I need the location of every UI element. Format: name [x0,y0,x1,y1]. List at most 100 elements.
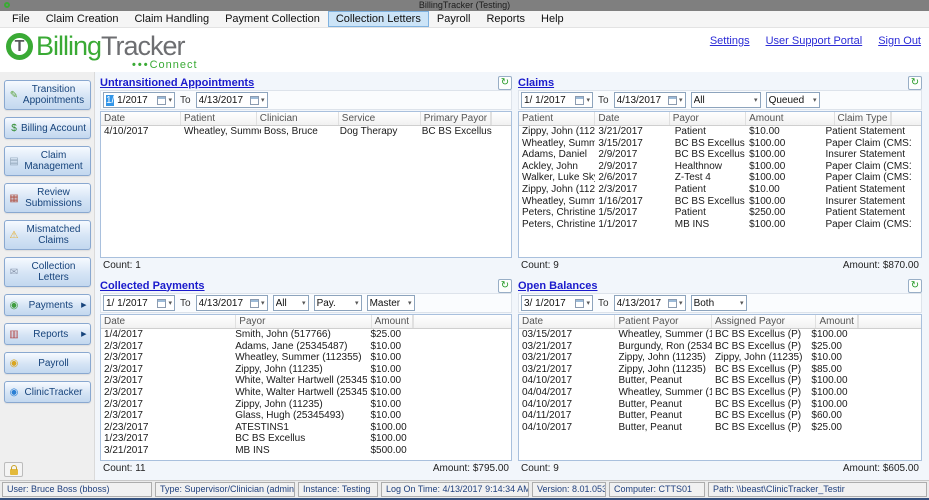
column-header[interactable]: Service [339,112,421,125]
table-row[interactable]: 2/3/2017Zippy, John (11235)$10.00 [101,364,511,376]
sidebar-button[interactable]: ▦ Review Submissions [4,183,91,213]
column-header[interactable]: Date [101,112,181,125]
header-link[interactable]: User Support Portal [766,35,863,47]
filter-dropdown[interactable]: All ▾ [273,295,309,311]
table-row[interactable]: 3/21/2017MB INS$500.00 [101,445,511,457]
date-to-input[interactable]: 4/13/2017 ▾ [614,295,686,311]
filter-dropdown[interactable]: All ▾ [691,92,761,108]
date-from-input[interactable]: 1/ 1/2017 ▾ [103,92,175,108]
column-header[interactable]: Primary Payor [421,112,491,125]
filter-dropdown[interactable]: Master ▾ [367,295,415,311]
refresh-icon[interactable]: ↻ [908,279,922,293]
column-header[interactable]: Amount [816,315,857,328]
table-row[interactable]: 2/3/2017Glass, Hugh (25345493)$10.00 [101,410,511,422]
column-header[interactable]: Date [101,315,236,328]
logo-text: BillingTracker [36,31,185,61]
calendar-icon [575,299,584,308]
date-from-input[interactable]: 1/ 1/2017 ▾ [103,295,175,311]
column-header[interactable]: Patient [181,112,257,125]
table-row[interactable]: 03/21/2017Zippy, John (11235)Zippy, John… [519,352,921,364]
date-from-input[interactable]: 1/ 1/2017 ▾ [521,92,593,108]
menu-item[interactable]: Payroll [429,11,479,27]
menu-item[interactable]: Claim Creation [38,11,127,27]
table-row[interactable]: 2/3/2017White, Walter Hartwell (25345479… [101,387,511,399]
column-header[interactable]: Patient Payor [615,315,711,328]
calendar-icon [250,96,259,105]
chevron-down-icon: ▾ [813,96,817,104]
sidebar-button[interactable]: ◉ ClinicTracker [4,381,91,403]
table-row[interactable]: Adams, Daniel2/9/2017BC BS Excellus$100.… [519,149,921,161]
table-row[interactable]: 03/21/2017Burgundy, Ron (253454908)BC BS… [519,341,921,353]
table-row[interactable]: 04/10/2017Butter, PeanutBC BS Excellus (… [519,399,921,411]
lock-button[interactable] [4,462,23,477]
claims-title-link[interactable]: Claims [518,77,554,89]
menu-item[interactable]: Payment Collection [217,11,328,27]
table-row[interactable]: 03/21/2017Zippy, John (11235)BC BS Excel… [519,364,921,376]
menu-item[interactable]: Help [533,11,572,27]
filter-dropdown[interactable]: Pay. ▾ [314,295,362,311]
sidebar-button[interactable]: ▤ Claim Management [4,146,91,176]
header-link[interactable]: Sign Out [878,35,921,47]
chevron-down-icon: ▾ [754,96,758,104]
table-row[interactable]: 04/10/2017Butter, PeanutBC BS Excellus (… [519,375,921,387]
table-row[interactable]: Zippy, John (11235)3/21/2017Patient$10.0… [519,126,921,138]
balances-title-link[interactable]: Open Balances [518,280,597,292]
sidebar-button[interactable]: $ Billing Account [4,117,91,139]
payments-title-link[interactable]: Collected Payments [100,280,205,292]
table-row[interactable]: 2/3/2017Wheatley, Summer (112355)$10.00 [101,352,511,364]
amount-label: Amount: $795.00 [433,463,509,476]
sidebar-button[interactable]: ⚠ Mismatched Claims [4,220,91,250]
column-header[interactable]: Amount [372,315,413,328]
sidebar-button[interactable]: ▥ Reports ▶ [4,323,91,345]
filter-dropdown[interactable]: Queued ▾ [766,92,820,108]
chevron-down-icon: ▾ [302,299,306,307]
table-row[interactable]: Ackley, John2/9/2017Healthnow$100.00Pape… [519,161,921,173]
menu-item[interactable]: Claim Handling [126,11,217,27]
column-header[interactable]: Payor [670,112,746,125]
table-row[interactable]: 4/10/2017Wheatley, Summer (112...Boss, B… [101,126,511,138]
table-row[interactable]: Wheatley, Summer (112...3/15/2017BC BS E… [519,138,921,150]
status-bar: User: Bruce Boss (bboss)Type: Supervisor… [0,480,929,498]
column-header[interactable]: Clinician [257,112,339,125]
table-row[interactable]: Peters, Christine a (2534...1/1/2017MB I… [519,219,921,231]
table-row[interactable]: Wheatley, Summer (112...1/16/2017BC BS E… [519,196,921,208]
date-to-input[interactable]: 4/13/2017 ▾ [614,92,686,108]
column-header[interactable]: Assigned Payor [712,315,817,328]
table-row[interactable]: Walker, Luke Sky (2534...2/6/2017Z-Test … [519,172,921,184]
appointments-title-link[interactable]: Untransitioned Appointments [100,77,254,89]
column-header[interactable]: Patient [519,112,595,125]
date-to-input[interactable]: 4/13/2017 ▾ [196,92,268,108]
table-row[interactable]: 2/23/2017ATESTINS1$100.00 [101,422,511,434]
sidebar-button[interactable]: ✎ Transition Appointments [4,80,91,110]
refresh-icon[interactable]: ↻ [498,76,512,90]
table-row[interactable]: 04/10/2017Butter, PeanutBC BS Excellus (… [519,422,921,434]
column-header[interactable]: Payor [236,315,371,328]
menu-item[interactable]: File [4,11,38,27]
table-row[interactable]: Zippy, John (11235)2/3/2017Patient$10.00… [519,184,921,196]
refresh-icon[interactable]: ↻ [498,279,512,293]
logo-connect-text: •••Connect [132,59,198,71]
column-header[interactable]: Claim Type [835,112,892,125]
header-link[interactable]: Settings [710,35,750,47]
sidebar-button[interactable]: ✉ Collection Letters [4,257,91,287]
column-header[interactable]: Amount [746,112,834,125]
sidebar-button[interactable]: ◉ Payments ▶ [4,294,91,316]
table-row[interactable]: Peters, Christine a (2534...1/5/2017Pati… [519,207,921,219]
table-row[interactable]: 2/3/2017Zippy, John (11235)$10.00 [101,399,511,411]
table-row[interactable]: 1/4/2017Smith, John (517766)$25.00 [101,329,511,341]
table-row[interactable]: 03/15/2017Wheatley, Summer (112355)BC BS… [519,329,921,341]
table-row[interactable]: 2/3/2017White, Walter Hartwell (25345479… [101,375,511,387]
date-from-input[interactable]: 3/ 1/2017 ▾ [521,295,593,311]
date-to-input[interactable]: 4/13/2017 ▾ [196,295,268,311]
table-row[interactable]: 04/04/2017Wheatley, Summer (112355)BC BS… [519,387,921,399]
table-row[interactable]: 1/23/2017BC BS Excellus$100.00 [101,433,511,445]
refresh-icon[interactable]: ↻ [908,76,922,90]
column-header[interactable]: Date [519,315,615,328]
table-row[interactable]: 2/3/2017Adams, Jane (25345487)$10.00 [101,341,511,353]
filter-dropdown[interactable]: Both ▾ [691,295,747,311]
column-header[interactable]: Date [595,112,669,125]
menu-item[interactable]: Collection Letters [328,11,429,27]
sidebar-button[interactable]: ◉ Payroll [4,352,91,374]
menu-item[interactable]: Reports [478,11,533,27]
table-row[interactable]: 04/11/2017Butter, PeanutBC BS Excellus (… [519,410,921,422]
